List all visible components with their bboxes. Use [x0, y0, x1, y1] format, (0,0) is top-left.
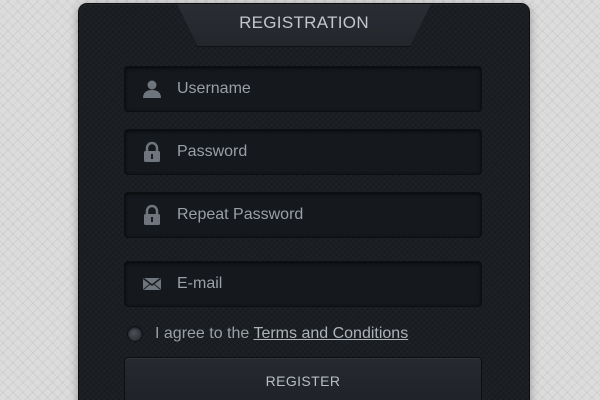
user-icon — [143, 80, 161, 98]
password-placeholder: Password — [177, 143, 248, 160]
terms-prefix: I agree to the — [155, 325, 250, 342]
username-placeholder: Username — [177, 80, 251, 97]
terms-radio[interactable] — [128, 327, 142, 341]
envelope-icon — [143, 277, 161, 290]
terms-agreement: I agree to the Terms and Conditions — [125, 322, 485, 346]
terms-link[interactable]: Terms and Conditions — [253, 325, 408, 342]
lock-icon — [144, 141, 160, 162]
username-field[interactable]: Username — [125, 67, 481, 111]
lock-icon — [144, 204, 160, 225]
terms-text: I agree to the Terms and Conditions — [155, 325, 408, 343]
registration-panel: REGISTRATION Username Password Repeat Pa… — [79, 4, 529, 400]
email-placeholder: E-mail — [177, 275, 223, 292]
email-field[interactable]: E-mail — [125, 262, 481, 306]
repeat-password-placeholder: Repeat Password — [177, 206, 304, 223]
password-field[interactable]: Password — [125, 130, 481, 174]
register-button[interactable]: REGISTER — [125, 358, 481, 400]
form-title: REGISTRATION — [239, 13, 369, 32]
repeat-password-field[interactable]: Repeat Password — [125, 193, 481, 237]
